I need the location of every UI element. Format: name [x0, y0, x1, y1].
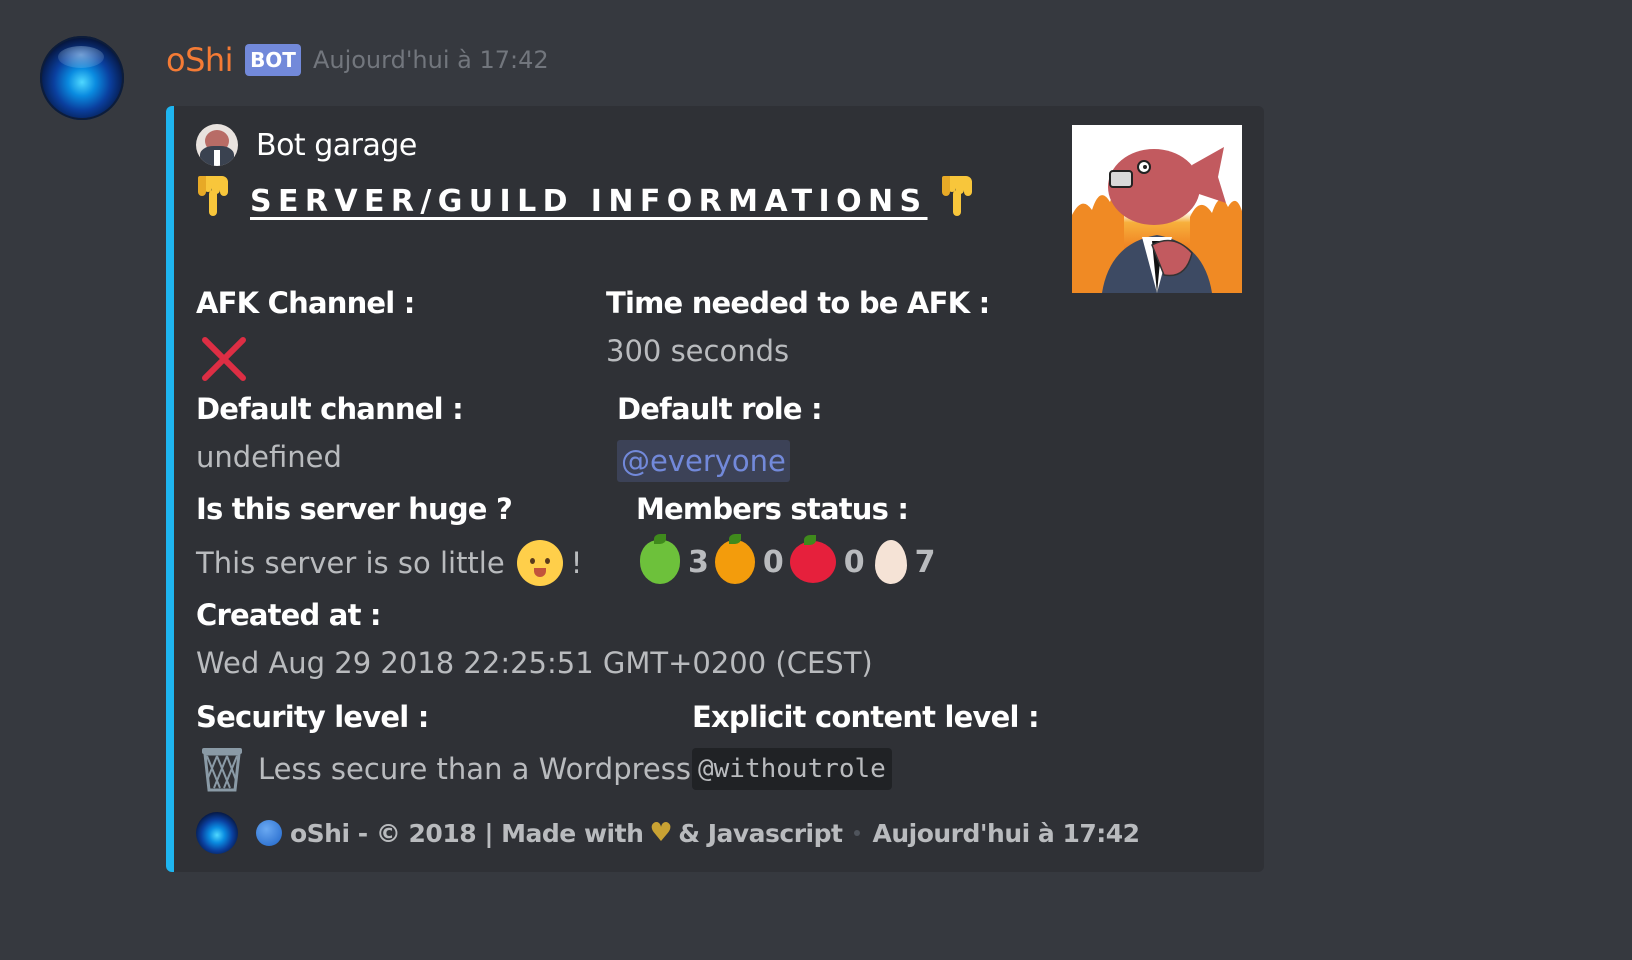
author-avatar-icon [196, 124, 238, 166]
wastebasket-icon [200, 746, 244, 792]
blue-circle-icon [256, 820, 282, 846]
baby-face-icon [516, 540, 563, 586]
field-value-default-channel: undefined [196, 440, 342, 474]
embed-title: SERVER/GUILD INFORMATIONS [196, 172, 976, 231]
field-name-created-at: Created at : [196, 598, 382, 632]
footer-separator [854, 830, 861, 836]
username[interactable]: oShi [166, 41, 234, 79]
cross-mark-icon [199, 334, 249, 384]
embed-author: Bot garage [196, 124, 417, 166]
explicit-content-code: @withoutrole [692, 748, 892, 790]
dnd-count: 0 [843, 544, 865, 580]
rich-embed: Bot garage SERVER/GUILD INFORMATIONS AFK… [166, 106, 1264, 872]
field-name-server-huge: Is this server huge ? [196, 492, 513, 526]
footer-text-part2: & Javascript [678, 818, 843, 848]
field-name-default-role: Default role : [617, 392, 823, 426]
server-huge-suffix: ! [570, 546, 583, 580]
idle-count: 0 [762, 544, 784, 580]
footer-avatar-icon [196, 812, 238, 854]
field-value-default-role: @everyone [617, 440, 790, 482]
orange-icon [714, 534, 755, 584]
yellow-heart-icon: ♥ [649, 818, 673, 848]
tomato-icon [789, 535, 836, 583]
egg-icon [874, 540, 907, 584]
field-name-explicit-content: Explicit content level : [692, 700, 1040, 734]
footer-text-part1: oShi - © 2018 | Made with [290, 818, 644, 848]
embed-footer: oShi - © 2018 | Made with ♥ & Javascript… [196, 812, 1140, 854]
pointing-down-hand-icon [940, 172, 976, 231]
field-name-afk-channel: AFK Channel : [196, 286, 415, 320]
field-name-afk-timeout: Time needed to be AFK : [606, 286, 990, 320]
message-header: oShi BOT Aujourd'hui à 17:42 [166, 38, 549, 82]
field-value-security-level: Less secure than a Wordpress [200, 746, 691, 792]
server-huge-text: This server is so little [196, 546, 505, 580]
footer-text: oShi - © 2018 | Made with ♥ & Javascript… [256, 818, 1140, 848]
field-value-afk-timeout: 300 seconds [606, 334, 790, 368]
online-count: 3 [688, 544, 709, 580]
author-name: Bot garage [256, 127, 417, 163]
chat-message: oShi BOT Aujourd'hui à 17:42 Bot garage … [0, 0, 1632, 960]
field-value-explicit-content: @withoutrole [692, 748, 892, 790]
user-avatar[interactable] [40, 36, 124, 120]
field-name-default-channel: Default channel : [196, 392, 464, 426]
pointing-down-hand-icon [196, 172, 232, 231]
embed-thumbnail[interactable] [1072, 125, 1242, 293]
field-value-created-at: Wed Aug 29 2018 22:25:51 GMT+0200 (CEST) [196, 646, 873, 680]
field-name-security-level: Security level : [196, 700, 429, 734]
security-level-text: Less secure than a Wordpress [258, 752, 691, 786]
embed-title-text[interactable]: SERVER/GUILD INFORMATIONS [250, 184, 928, 219]
bot-tag: BOT [245, 44, 301, 76]
field-value-members-status: 3 0 0 7 [640, 534, 942, 584]
footer-timestamp: Aujourd'hui à 17:42 [872, 818, 1140, 848]
field-name-members-status: Members status : [636, 492, 909, 526]
message-timestamp: Aujourd'hui à 17:42 [312, 46, 549, 74]
green-apple-icon [640, 534, 680, 584]
embed-accent-bar [166, 106, 174, 872]
field-value-server-huge: This server is so little ! [196, 540, 582, 586]
role-mention[interactable]: @everyone [617, 440, 790, 482]
offline-count: 7 [914, 544, 936, 580]
